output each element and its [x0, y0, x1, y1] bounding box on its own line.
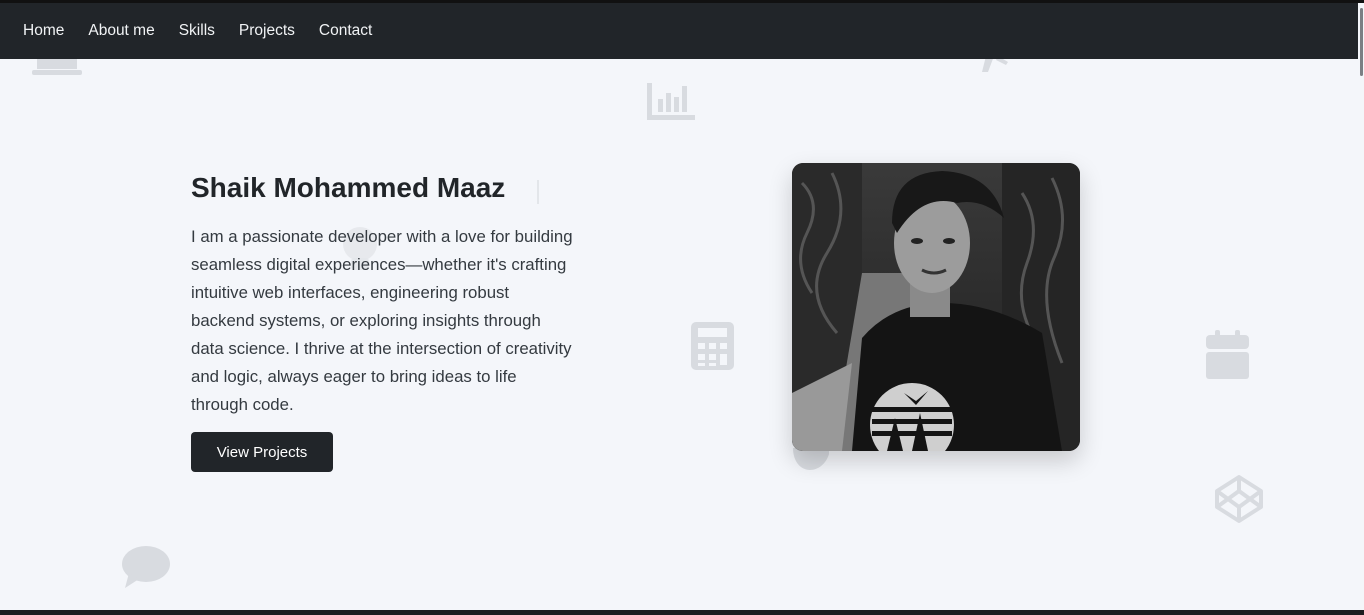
calendar-icon	[1206, 330, 1249, 379]
top-navbar: Home About me Skills Projects Contact	[0, 3, 1364, 59]
profile-photo	[792, 163, 1080, 451]
bar-chart-icon	[647, 83, 695, 120]
scrollbar-track[interactable]	[1358, 3, 1364, 610]
hero-description: I am a passionate developer with a love …	[191, 227, 573, 414]
nav-link-skills[interactable]: Skills	[179, 22, 215, 40]
nav-link-contact[interactable]: Contact	[319, 22, 372, 40]
profile-photo-image	[792, 163, 1080, 451]
scrollbar-thumb[interactable]	[1360, 8, 1363, 76]
nav-link-home[interactable]: Home	[23, 22, 64, 40]
codepen-icon	[1215, 475, 1263, 523]
window-bottom-edge	[0, 610, 1364, 615]
view-projects-button[interactable]: View Projects	[191, 432, 333, 472]
hero-name: Shaik Mohammed Maaz	[191, 172, 506, 203]
chat-bubble-icon	[122, 546, 170, 588]
calculator-icon	[691, 322, 734, 370]
nav-link-about[interactable]: About me	[88, 22, 154, 40]
typing-cursor	[537, 180, 539, 204]
nav-link-projects[interactable]: Projects	[239, 22, 295, 40]
laptop-icon	[32, 59, 82, 75]
